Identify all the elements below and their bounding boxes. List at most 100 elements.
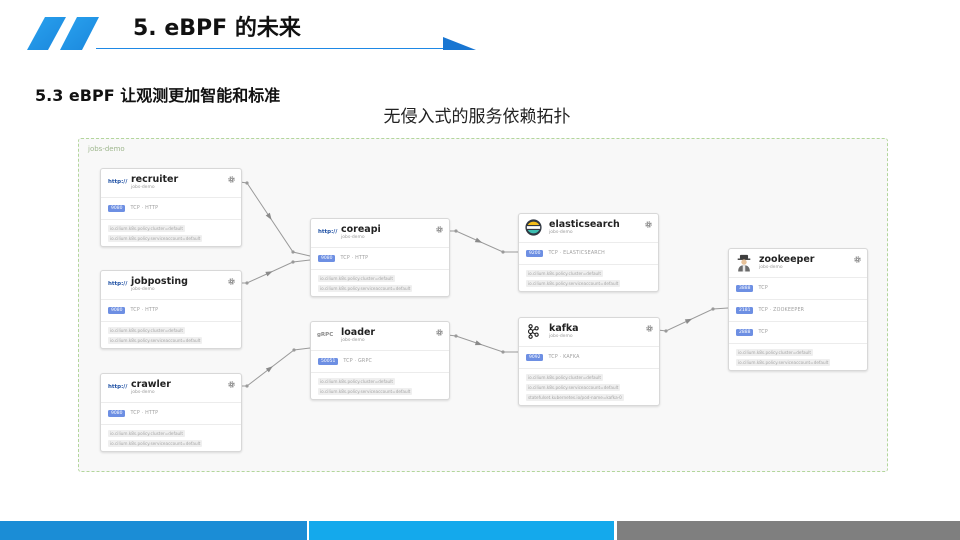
node-name: crawler	[131, 379, 171, 390]
port-badge: 9080	[318, 255, 336, 262]
label-list: io.cilium.k8s.policy.cluster=default io.…	[101, 425, 241, 451]
port-row: 3888 TCP	[729, 278, 867, 300]
http-icon: http://	[108, 281, 128, 287]
label-tag: io.cilium.k8s.policy.serviceaccount=defa…	[108, 337, 203, 344]
card-header: elasticsearch jobs-demo	[519, 214, 658, 243]
gear-icon[interactable]	[228, 176, 235, 183]
footer-bar-middle	[309, 521, 614, 540]
http-icon: http://	[108, 384, 128, 390]
port-protocol: TCP · HTTP	[130, 206, 159, 211]
node-card-loader[interactable]: gRPC loader jobs-demo 50051 TCP · GRPC i…	[310, 321, 450, 400]
footer-bar-right	[617, 521, 960, 540]
port-badge: 3888	[736, 285, 754, 292]
port-badge: 9080	[108, 307, 126, 314]
port-badge: 9200	[526, 250, 544, 257]
kafka-icon	[525, 323, 541, 344]
card-header: gRPC loader jobs-demo	[311, 322, 449, 351]
title-accent-triangle	[443, 37, 476, 50]
port-protocol: TCP	[758, 286, 768, 291]
port-row: 9080 TCP · HTTP	[311, 248, 449, 270]
port-row: 2888 TCP	[729, 322, 867, 344]
label-tag: statefulset.kubernetes.io/pod-name=kafka…	[526, 394, 624, 401]
label-tag: io.cilium.k8s.policy.cluster=default	[526, 270, 603, 277]
slide-title: 5. eBPF 的未来	[133, 16, 301, 41]
header-stripes	[27, 17, 99, 50]
port-protocol: TCP · GRPC	[343, 359, 373, 364]
port-badge: 9080	[108, 410, 126, 417]
port-protocol: TCP · HTTP	[130, 411, 159, 416]
port-row: 50051 TCP · GRPC	[311, 351, 449, 373]
node-card-recruiter[interactable]: http:// recruiter jobs-demo 9080 TCP · H…	[100, 168, 242, 247]
label-list: io.cilium.k8s.policy.cluster=default io.…	[729, 344, 867, 370]
port-row: 9080 TCP · HTTP	[101, 198, 241, 220]
diagram-caption: 无侵入式的服务依赖拓扑	[383, 107, 571, 127]
label-tag: io.cilium.k8s.policy.serviceaccount=defa…	[736, 359, 831, 366]
elasticsearch-icon	[525, 219, 542, 240]
gear-icon[interactable]	[436, 226, 443, 233]
node-name: jobposting	[131, 276, 188, 287]
node-namespace: jobs-demo	[341, 235, 365, 240]
port-protocol: TCP	[758, 330, 768, 335]
node-namespace: jobs-demo	[341, 338, 365, 343]
node-name: coreapi	[341, 224, 381, 235]
node-card-coreapi[interactable]: http:// coreapi jobs-demo 9080 TCP · HTT…	[310, 218, 450, 297]
label-tag: io.cilium.k8s.policy.serviceaccount=defa…	[318, 285, 413, 292]
namespace-label: jobs-demo	[88, 145, 125, 153]
label-tag: io.cilium.k8s.policy.serviceaccount=defa…	[108, 235, 203, 242]
port-badge: 50051	[318, 358, 339, 365]
port-protocol: TCP · HTTP	[130, 308, 159, 313]
card-header: http:// jobposting jobs-demo	[101, 271, 241, 300]
label-tag: io.cilium.k8s.policy.cluster=default	[736, 349, 813, 356]
node-name: loader	[341, 327, 376, 338]
node-namespace: jobs-demo	[131, 185, 155, 190]
label-tag: io.cilium.k8s.policy.cluster=default	[108, 327, 185, 334]
title-underline	[96, 48, 446, 49]
port-protocol: TCP · KAFKA	[548, 355, 580, 360]
label-tag: io.cilium.k8s.policy.serviceaccount=defa…	[526, 384, 621, 391]
node-name: elasticsearch	[549, 219, 620, 230]
gear-icon[interactable]	[854, 256, 861, 263]
node-namespace: jobs-demo	[549, 230, 573, 235]
card-header: http:// recruiter jobs-demo	[101, 169, 241, 198]
gear-icon[interactable]	[645, 221, 652, 228]
label-tag: io.cilium.k8s.policy.serviceaccount=defa…	[108, 440, 203, 447]
label-tag: io.cilium.k8s.policy.serviceaccount=defa…	[318, 388, 413, 395]
port-row: 9080 TCP · HTTP	[101, 403, 241, 425]
label-tag: io.cilium.k8s.policy.cluster=default	[108, 225, 185, 232]
label-list: io.cilium.k8s.policy.cluster=default io.…	[101, 322, 241, 348]
node-card-kafka[interactable]: kafka jobs-demo 9092 TCP · KAFKA io.cili…	[518, 317, 660, 406]
node-namespace: jobs-demo	[549, 334, 573, 339]
gear-icon[interactable]	[646, 325, 653, 332]
port-protocol: TCP · ZOOKEEPER	[758, 308, 805, 313]
node-name: kafka	[549, 323, 579, 334]
gear-icon[interactable]	[436, 329, 443, 336]
label-tag: io.cilium.k8s.policy.cluster=default	[526, 374, 603, 381]
card-header: kafka jobs-demo	[519, 318, 659, 347]
port-row: 2181 TCP · ZOOKEEPER	[729, 300, 867, 322]
section-heading: 5.3 eBPF 让观测更加智能和标准	[35, 86, 281, 105]
port-row: 9080 TCP · HTTP	[101, 300, 241, 322]
footer-bar-left	[0, 521, 307, 540]
label-list: io.cilium.k8s.policy.cluster=default io.…	[311, 270, 449, 296]
port-badge: 9092	[526, 354, 544, 361]
node-card-jobposting[interactable]: http:// jobposting jobs-demo 9080 TCP · …	[100, 270, 242, 349]
label-list: io.cilium.k8s.policy.cluster=default io.…	[519, 369, 659, 405]
node-card-crawler[interactable]: http:// crawler jobs-demo 9080 TCP · HTT…	[100, 373, 242, 452]
port-protocol: TCP · HTTP	[340, 256, 369, 261]
node-namespace: jobs-demo	[131, 287, 155, 292]
port-badge: 2888	[736, 329, 754, 336]
port-row: 9200 TCP · ELASTICSEARCH	[519, 243, 658, 265]
label-tag: io.cilium.k8s.policy.cluster=default	[318, 378, 395, 385]
gear-icon[interactable]	[228, 278, 235, 285]
label-list: io.cilium.k8s.policy.cluster=default io.…	[519, 265, 658, 291]
http-icon: http://	[108, 179, 128, 185]
label-tag: io.cilium.k8s.policy.cluster=default	[108, 430, 185, 437]
label-tag: io.cilium.k8s.policy.serviceaccount=defa…	[526, 280, 621, 287]
node-card-elasticsearch[interactable]: elasticsearch jobs-demo 9200 TCP · ELAST…	[518, 213, 659, 292]
node-namespace: jobs-demo	[759, 265, 783, 270]
gear-icon[interactable]	[228, 381, 235, 388]
node-name: recruiter	[131, 174, 179, 185]
port-protocol: TCP · ELASTICSEARCH	[548, 251, 605, 256]
card-header: http:// crawler jobs-demo	[101, 374, 241, 403]
node-card-zookeeper[interactable]: zookeeper jobs-demo 3888 TCP 2181 TCP · …	[728, 248, 868, 371]
